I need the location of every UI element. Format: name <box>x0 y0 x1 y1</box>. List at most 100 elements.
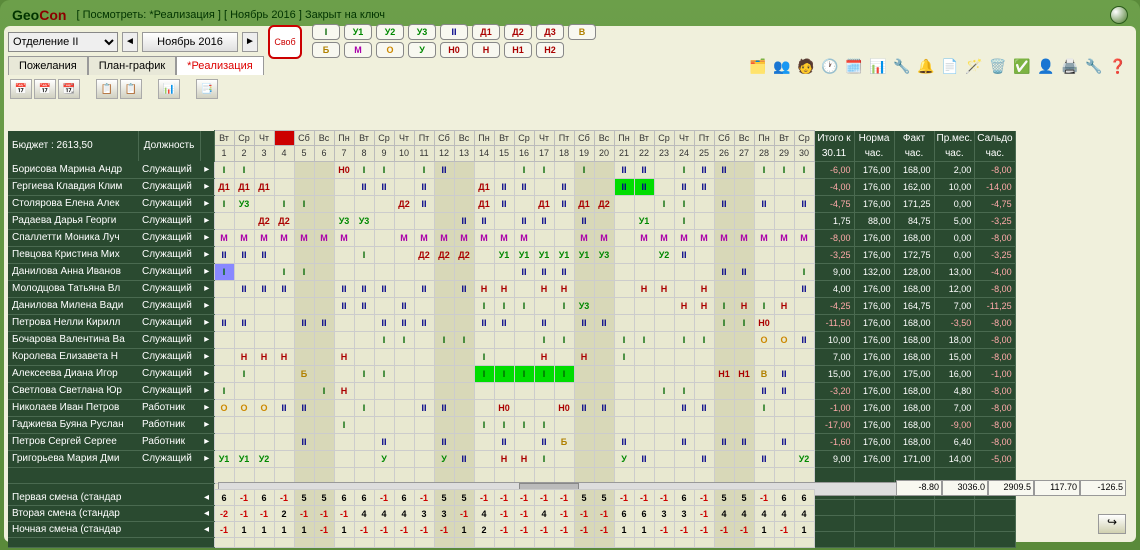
schedule-cell[interactable] <box>794 365 814 382</box>
schedule-cell[interactable]: Н <box>694 297 714 314</box>
schedule-cell[interactable] <box>254 416 274 433</box>
schedule-cell[interactable] <box>234 433 254 450</box>
schedule-cell[interactable] <box>594 297 614 314</box>
schedule-cell[interactable]: II <box>614 433 634 450</box>
schedule-cell[interactable] <box>254 195 274 212</box>
schedule-cell[interactable]: Д1 <box>534 195 554 212</box>
schedule-cell[interactable]: Н <box>274 348 294 365</box>
schedule-cell[interactable] <box>254 331 274 348</box>
schedule-cell[interactable]: О <box>254 399 274 416</box>
view-icon-2[interactable]: 📅 <box>34 79 56 99</box>
schedule-cell[interactable]: Н <box>514 450 534 467</box>
schedule-cell[interactable] <box>754 416 774 433</box>
schedule-cell[interactable] <box>774 416 794 433</box>
schedule-cell[interactable] <box>794 178 814 195</box>
schedule-cell[interactable] <box>394 161 414 178</box>
schedule-cell[interactable] <box>394 416 414 433</box>
schedule-cell[interactable]: О <box>214 399 234 416</box>
shift-У2[interactable]: У2 <box>376 24 404 40</box>
schedule-cell[interactable] <box>794 399 814 416</box>
schedule-cell[interactable]: Н <box>674 297 694 314</box>
schedule-cell[interactable] <box>374 399 394 416</box>
schedule-cell[interactable] <box>594 331 614 348</box>
shift-В[interactable]: В <box>568 24 596 40</box>
schedule-cell[interactable] <box>554 450 574 467</box>
view-icon-7[interactable]: 📑 <box>196 79 218 99</box>
schedule-cell[interactable] <box>434 195 454 212</box>
schedule-cell[interactable] <box>654 416 674 433</box>
schedule-cell[interactable]: Н <box>334 348 354 365</box>
schedule-cell[interactable]: О <box>754 331 774 348</box>
schedule-cell[interactable]: Д2 <box>394 195 414 212</box>
schedule-cell[interactable]: I <box>554 331 574 348</box>
schedule-cell[interactable]: II <box>374 280 394 297</box>
schedule-cell[interactable] <box>394 433 414 450</box>
shift-II[interactable]: II <box>440 24 468 40</box>
schedule-cell[interactable]: I <box>534 365 554 382</box>
schedule-cell[interactable] <box>334 314 354 331</box>
schedule-cell[interactable] <box>574 433 594 450</box>
schedule-cell[interactable] <box>514 195 534 212</box>
schedule-cell[interactable]: Н0 <box>754 314 774 331</box>
employee-name[interactable]: Королева Елизавета Н <box>8 348 138 365</box>
schedule-cell[interactable] <box>434 280 454 297</box>
schedule-cell[interactable]: I <box>374 365 394 382</box>
schedule-cell[interactable]: М <box>694 229 714 246</box>
schedule-cell[interactable] <box>674 314 694 331</box>
schedule-cell[interactable]: II <box>314 314 334 331</box>
schedule-cell[interactable]: II <box>574 399 594 416</box>
schedule-cell[interactable]: У2 <box>254 450 274 467</box>
schedule-cell[interactable]: М <box>214 229 234 246</box>
schedule-cell[interactable] <box>574 450 594 467</box>
schedule-cell[interactable] <box>354 195 374 212</box>
schedule-cell[interactable] <box>654 314 674 331</box>
schedule-cell[interactable] <box>334 399 354 416</box>
schedule-cell[interactable] <box>314 263 334 280</box>
schedule-cell[interactable]: II <box>414 314 434 331</box>
schedule-cell[interactable]: I <box>514 161 534 178</box>
schedule-cell[interactable] <box>774 212 794 229</box>
schedule-cell[interactable]: I <box>274 195 294 212</box>
schedule-cell[interactable] <box>554 314 574 331</box>
schedule-cell[interactable]: Н0 <box>334 161 354 178</box>
schedule-cell[interactable]: I <box>214 382 234 399</box>
schedule-cell[interactable] <box>574 416 594 433</box>
schedule-cell[interactable] <box>614 195 634 212</box>
schedule-cell[interactable] <box>654 348 674 365</box>
schedule-cell[interactable] <box>674 450 694 467</box>
schedule-cell[interactable] <box>674 280 694 297</box>
schedule-cell[interactable]: М <box>474 229 494 246</box>
schedule-cell[interactable]: II <box>374 433 394 450</box>
schedule-cell[interactable]: II <box>514 178 534 195</box>
schedule-cell[interactable] <box>274 382 294 399</box>
schedule-cell[interactable]: Д2 <box>414 246 434 263</box>
schedule-cell[interactable]: Н <box>694 280 714 297</box>
schedule-cell[interactable] <box>354 331 374 348</box>
employee-name[interactable]: Молодцова Татьяна Вл <box>8 280 138 297</box>
schedule-cell[interactable] <box>654 212 674 229</box>
schedule-cell[interactable]: М <box>774 229 794 246</box>
schedule-cell[interactable]: I <box>374 161 394 178</box>
schedule-cell[interactable] <box>534 399 554 416</box>
schedule-cell[interactable] <box>334 195 354 212</box>
schedule-cell[interactable]: I <box>674 212 694 229</box>
schedule-cell[interactable] <box>794 382 814 399</box>
schedule-cell[interactable] <box>594 416 614 433</box>
schedule-cell[interactable] <box>594 280 614 297</box>
schedule-cell[interactable]: II <box>414 280 434 297</box>
schedule-cell[interactable]: I <box>434 331 454 348</box>
schedule-cell[interactable] <box>314 450 334 467</box>
schedule-cell[interactable]: Н <box>234 348 254 365</box>
schedule-cell[interactable]: Д2 <box>274 212 294 229</box>
schedule-cell[interactable]: I <box>514 365 534 382</box>
schedule-cell[interactable]: О <box>774 331 794 348</box>
svob-button[interactable]: Своб <box>268 25 302 59</box>
schedule-cell[interactable] <box>674 348 694 365</box>
schedule-cell[interactable]: I <box>574 161 594 178</box>
employee-name[interactable]: Спаллетти Моника Луч <box>8 229 138 246</box>
schedule-cell[interactable]: Н <box>534 348 554 365</box>
schedule-cell[interactable] <box>694 433 714 450</box>
schedule-cell[interactable] <box>434 416 454 433</box>
employee-name[interactable]: Николаев Иван Петров <box>8 399 138 416</box>
schedule-cell[interactable]: У1 <box>534 246 554 263</box>
